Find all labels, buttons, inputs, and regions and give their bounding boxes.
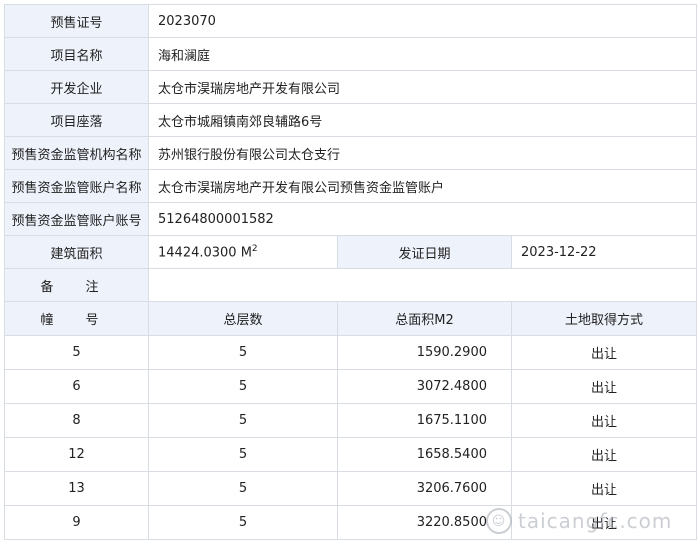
cell-floors: 5 [148,437,338,472]
info-row-developer: 开发企业 太仓市淏瑞房地产开发有限公司 [4,70,698,104]
cell-total-area: 3072.4800 [337,369,512,404]
area-value: 14424.0300 M2 [148,235,338,269]
cell-land-method: 出让 [510,369,698,404]
cell-building-no: 5 [4,335,149,370]
info-value: 2023070 [147,4,698,38]
table-row: 12 5 1658.5400 出让 [4,437,698,472]
remark-label: 备 注 [4,268,149,302]
info-row-area-date: 建筑面积 14424.0300 M2 发证日期 2023-12-22 [4,235,698,269]
info-value: 太仓市淏瑞房地产开发有限公司 [147,70,698,104]
date-value: 2023-12-22 [510,235,698,269]
cell-total-area: 3206.7600 [337,471,512,506]
presale-permit-table: 预售证号 2023070 项目名称 海和澜庭 开发企业 太仓市淏瑞房地产开发有限… [4,4,698,540]
table-row: 6 5 3072.4800 出让 [4,369,698,404]
header-floors: 总层数 [148,301,338,336]
cell-building-no: 9 [4,505,149,540]
remark-label-text: 备 注 [40,279,113,295]
cell-floors: 5 [148,335,338,370]
info-label: 预售资金监管账户名称 [4,169,149,203]
info-value: 太仓市淏瑞房地产开发有限公司预售资金监管账户 [147,169,698,203]
header-land-method: 土地取得方式 [510,301,698,336]
cell-building-no: 13 [4,471,149,506]
cell-floors: 5 [148,505,338,540]
site-watermark: ☺ taicangfc.com [486,508,672,534]
cell-land-method: 出让 [510,471,698,506]
info-row-location: 项目座落 太仓市城厢镇南郊良辅路6号 [4,103,698,137]
cell-total-area: 1675.1100 [337,403,512,438]
info-label: 项目名称 [4,37,149,71]
info-row-account-no: 预售资金监管账户账号 51264800001582 [4,202,698,236]
info-value: 51264800001582 [147,202,698,236]
smiley-circle-icon: ☺ [486,508,512,534]
info-label: 预售证号 [4,4,149,38]
table-row: 13 5 3206.7600 出让 [4,471,698,506]
table-row: 8 5 1675.1100 出让 [4,403,698,438]
header-total-area: 总面积M2 [337,301,512,336]
info-label: 预售资金监管账户账号 [4,202,149,236]
remark-row: 备 注 [4,268,698,302]
info-label: 项目座落 [4,103,149,137]
info-row-project-name: 项目名称 海和澜庭 [4,37,698,71]
remark-value [147,268,698,302]
cell-total-area: 1590.2900 [337,335,512,370]
cell-building-no: 8 [4,403,149,438]
cell-floors: 5 [148,403,338,438]
area-label: 建筑面积 [4,235,149,269]
header-building-no: 幢 号 [4,301,149,336]
building-table-header: 幢 号 总层数 总面积M2 土地取得方式 [4,301,698,336]
info-row-account-name: 预售资金监管账户名称 太仓市淏瑞房地产开发有限公司预售资金监管账户 [4,169,698,203]
cell-land-method: 出让 [510,403,698,438]
info-value: 海和澜庭 [147,37,698,71]
header-text: 幢 号 [40,313,113,328]
area-unit-sup: 2 [251,243,258,254]
cell-land-method: 出让 [510,335,698,370]
cell-land-method: 出让 [510,437,698,472]
info-row-supervisor-bank: 预售资金监管机构名称 苏州银行股份有限公司太仓支行 [4,136,698,170]
info-label: 预售资金监管机构名称 [4,136,149,170]
cell-building-no: 12 [4,437,149,472]
cell-total-area: 1658.5400 [337,437,512,472]
info-row-permit-no: 预售证号 2023070 [4,4,698,38]
table-row: 5 5 1590.2900 出让 [4,335,698,370]
cell-floors: 5 [148,471,338,506]
date-label: 发证日期 [337,235,512,269]
area-number: 14424.0300 M [158,245,252,261]
cell-building-no: 6 [4,369,149,404]
cell-floors: 5 [148,369,338,404]
info-value: 太仓市城厢镇南郊良辅路6号 [147,103,698,137]
info-label: 开发企业 [4,70,149,104]
watermark-text: taicangfc.com [518,509,673,533]
info-value: 苏州银行股份有限公司太仓支行 [147,136,698,170]
